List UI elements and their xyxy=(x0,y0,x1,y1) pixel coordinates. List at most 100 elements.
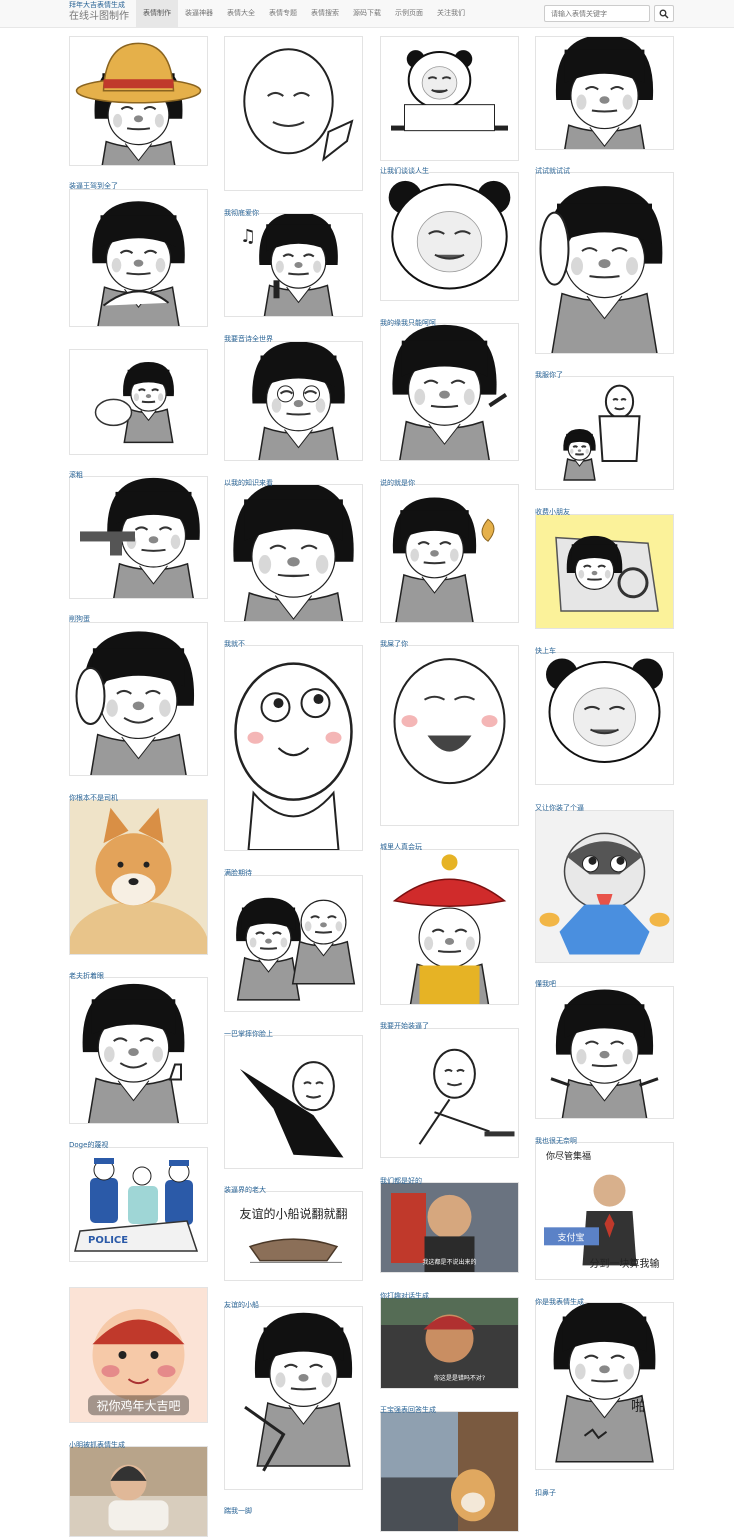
meme-caption-link[interactable]: 我就不 xyxy=(224,639,245,649)
meme-image xyxy=(388,180,511,290)
meme-image xyxy=(80,477,200,598)
meme-card-cute[interactable] xyxy=(224,645,363,851)
meme-card-pandadesk[interactable] xyxy=(380,36,519,161)
meme-caption-link[interactable]: 踹我一脚 xyxy=(224,1506,252,1516)
meme-image xyxy=(70,1447,207,1536)
meme-card-slap[interactable] xyxy=(224,875,363,1012)
meme-card-shiba[interactable] xyxy=(69,799,208,955)
meme-image: 你尽管集福 支付宝 分到一块算我输 xyxy=(544,1150,660,1270)
meme-card-hand[interactable] xyxy=(69,622,208,776)
meme-card-hat[interactable] xyxy=(380,849,519,1005)
meme-card-car[interactable] xyxy=(535,514,674,629)
meme-card-glasses[interactable] xyxy=(224,341,363,461)
meme-image xyxy=(233,485,354,621)
meme-caption-link[interactable]: 王宝强表回答生成 xyxy=(380,1405,436,1415)
nav-item-follow-us[interactable]: 关注我们 xyxy=(430,0,472,27)
meme-caption-link[interactable]: 滚粗 xyxy=(69,470,83,480)
meme-card-pandagrin[interactable] xyxy=(535,652,674,785)
meme-card-video1[interactable]: 我这都是不说出来的 xyxy=(380,1182,519,1273)
meme-card-street[interactable] xyxy=(380,1411,519,1532)
meme-card-smirk[interactable] xyxy=(535,172,674,354)
meme-card-mumble[interactable] xyxy=(224,484,363,622)
meme-caption-link[interactable]: 让我们谈谈人生 xyxy=(380,166,429,176)
meme-caption-link[interactable]: 我要音诗全世界 xyxy=(224,334,273,344)
meme-caption-link[interactable]: 懂我吧 xyxy=(535,979,556,989)
meme-caption-link[interactable]: 友谊的小船 xyxy=(224,1300,259,1310)
meme-card-pointguy[interactable] xyxy=(224,36,363,191)
meme-card-throw[interactable] xyxy=(380,484,519,623)
meme-image xyxy=(92,201,185,326)
meme-caption-link[interactable]: Doge的蔑视 xyxy=(69,1140,108,1150)
nav-item-meme-topics[interactable]: 表情专题 xyxy=(262,0,304,27)
meme-caption-link[interactable]: 我的缘我只能呵呵 xyxy=(380,318,436,328)
search-button[interactable] xyxy=(654,5,674,22)
alipay-title-text: 你尽管集福 xyxy=(546,1150,591,1162)
nav-item-meme-collection[interactable]: 表情大全 xyxy=(220,0,262,27)
meme-caption-link[interactable]: 一巴掌摔你脸上 xyxy=(224,1029,273,1039)
meme-caption-link[interactable]: 装逼王驾到全了 xyxy=(69,181,118,191)
meme-card-thumb[interactable] xyxy=(69,977,208,1124)
meme-card-pandaface[interactable] xyxy=(380,172,519,301)
meme-caption-link[interactable]: 我们都是好的 xyxy=(380,1176,422,1186)
meme-caption-link[interactable]: 以我的知识来看 xyxy=(224,478,273,488)
meme-caption-link[interactable]: 装逼界的老大 xyxy=(224,1185,266,1195)
meme-card-sing[interactable]: ♫ xyxy=(224,213,363,317)
meme-card-shrug[interactable] xyxy=(535,986,674,1119)
meme-card-pandadance[interactable] xyxy=(224,1035,363,1169)
meme-card-alipay[interactable]: 你尽管集福 支付宝 分到一块算我输 xyxy=(535,1142,674,1280)
meme-card-kick[interactable] xyxy=(224,1306,363,1490)
nav-item-meme-search[interactable]: 表情搜索 xyxy=(304,0,346,27)
meme-caption-link[interactable]: 拜年大吉表情生成 xyxy=(69,0,125,10)
meme-image xyxy=(550,989,659,1118)
meme-caption-link[interactable]: 我要开始装逼了 xyxy=(380,1021,429,1031)
meme-caption-link[interactable]: 扣鼻子 xyxy=(535,1488,556,1498)
meme-card-grin[interactable] xyxy=(535,36,674,150)
meme-caption-link[interactable]: 满脸期待 xyxy=(224,868,252,878)
meme-caption-link[interactable]: 我彻底爱你 xyxy=(224,208,259,218)
meme-card-point[interactable] xyxy=(380,323,519,461)
nav-item-show-off-tool[interactable]: 装逼神器 xyxy=(178,0,220,27)
meme-card-laugh[interactable] xyxy=(380,645,519,826)
meme-image xyxy=(381,1412,518,1531)
meme-card-boat[interactable]: 友谊的小船说翻就翻 xyxy=(224,1191,363,1281)
baby-caption-text: 祝你鸡年大吉吧 xyxy=(96,1398,180,1413)
meme-card-sit[interactable] xyxy=(380,1028,519,1158)
meme-caption-link[interactable]: 快上车 xyxy=(535,646,556,656)
meme-caption-link[interactable]: 削狗蛋 xyxy=(69,614,90,624)
meme-card-nosepick[interactable]: 啪 xyxy=(535,1302,674,1470)
meme-image xyxy=(236,897,356,1001)
meme-caption-link[interactable]: 又让你装了个逼 xyxy=(535,803,584,813)
meme-image xyxy=(244,1312,353,1472)
meme-caption-link[interactable]: 你根本不是司机 xyxy=(69,793,118,803)
meme-caption-link[interactable]: 我屎了你 xyxy=(380,639,408,649)
meme-caption-link[interactable]: 你打趣对话生成 xyxy=(380,1291,429,1301)
meme-card-gun[interactable] xyxy=(69,476,208,599)
meme-caption-link[interactable]: 试试就试试 xyxy=(535,166,570,176)
meme-caption-link[interactable]: 老夫折着眼 xyxy=(69,971,104,981)
meme-card-chin[interactable] xyxy=(69,189,208,327)
meme-image xyxy=(546,658,663,763)
meme-card-strawhat[interactable] xyxy=(69,36,208,166)
meme-image xyxy=(418,1048,515,1145)
meme-caption-link[interactable]: 我也很无奈啊 xyxy=(535,1136,577,1146)
meme-card-video2[interactable]: 你这是是错吗不对? xyxy=(380,1297,519,1389)
meme-card-husky[interactable] xyxy=(535,810,674,963)
nav-item-demo-page[interactable]: 示例页面 xyxy=(388,0,430,27)
meme-caption-link[interactable]: 城里人真会玩 xyxy=(380,842,422,852)
meme-caption-link[interactable]: 收费小朋友 xyxy=(535,507,570,517)
meme-card-muscle[interactable] xyxy=(535,376,674,490)
meme-card-police[interactable]: POLICE xyxy=(69,1147,208,1262)
search-input[interactable] xyxy=(544,5,650,22)
meme-caption-link[interactable]: 我服你了 xyxy=(535,370,563,380)
nav-item-meme-maker[interactable]: 表情制作 xyxy=(136,0,178,27)
meme-card-baby[interactable]: 祝你鸡年大吉吧 xyxy=(69,1287,208,1423)
meme-card-grandma[interactable] xyxy=(69,1446,208,1537)
meme-caption-link[interactable]: 你是我表情生成 xyxy=(535,1297,584,1307)
video1-subtitle: 我这都是不说出来的 xyxy=(422,1258,476,1266)
nav-item-source-download[interactable]: 源码下载 xyxy=(346,0,388,27)
meme-image: 我这都是不说出来的 xyxy=(381,1183,518,1272)
nosepick-sound-text: 啪 xyxy=(631,1398,645,1415)
meme-caption-link[interactable]: 说的就是你 xyxy=(380,478,415,488)
meme-caption-link[interactable]: 小明被抓表情生成 xyxy=(69,1440,125,1450)
meme-card-dog[interactable] xyxy=(69,349,208,455)
